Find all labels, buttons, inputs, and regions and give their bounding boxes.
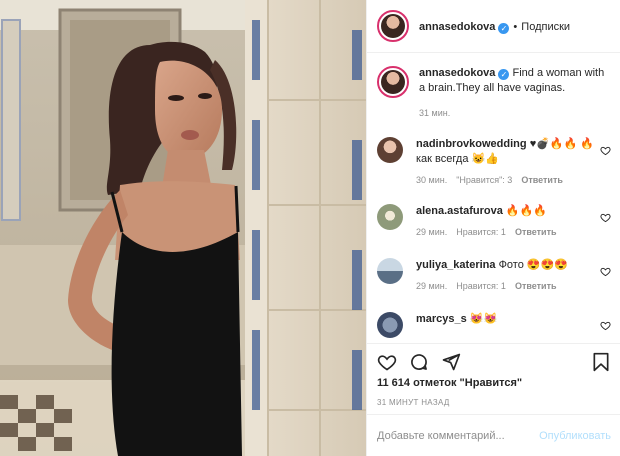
comment-item: marcys_s 😻😻	[377, 312, 613, 338]
add-comment-bar: Опубликовать	[367, 414, 620, 456]
like-comment-heart-icon[interactable]	[600, 320, 611, 331]
post-photo[interactable]	[0, 0, 366, 456]
paper-plane-icon[interactable]	[441, 352, 461, 372]
post-caption: annasedokova ✓ Find a woman with a brain.…	[377, 66, 613, 121]
comment-text: Фото 😍😍😍	[498, 259, 568, 271]
post-photo-illustration	[0, 0, 366, 456]
publish-button[interactable]: Опубликовать	[539, 430, 611, 442]
commenter-avatar[interactable]	[377, 137, 403, 163]
caption-time[interactable]: 31 мин.	[419, 106, 613, 121]
commenter-username[interactable]: nadinbrovkowedding	[416, 138, 527, 150]
commenter-avatar[interactable]	[377, 204, 403, 230]
comment-likes[interactable]: "Нравится": 3	[456, 175, 512, 185]
separator-dot: •	[513, 21, 518, 33]
post-side-panel: annasedokova ✓ • Подписки annasedokova ✓ Fin…	[366, 0, 620, 456]
like-comment-heart-icon[interactable]	[600, 145, 611, 156]
comment-time[interactable]: 30 мин.	[416, 175, 447, 185]
reply-button[interactable]: Ответить	[521, 175, 563, 185]
post-timestamp[interactable]: 31 МИНУТ НАЗАД	[377, 398, 450, 407]
caption-author-avatar[interactable]	[377, 66, 409, 98]
comment-item: nadinbrovkowedding ♥💣🔥🔥 🔥как всегда 😺👍 3…	[377, 137, 613, 188]
comment-item: yuliya_katerina Фото 😍😍😍 29 мин. Нравится…	[377, 258, 613, 294]
likes-count[interactable]: 11 614 отметок "Нравится"	[377, 377, 522, 389]
reply-button[interactable]: Ответить	[515, 227, 557, 237]
comment-likes[interactable]: Нравится: 1	[456, 227, 506, 237]
comment-text: 😻😻	[469, 313, 498, 325]
heart-icon[interactable]	[377, 352, 397, 372]
caption-author-username[interactable]: annasedokova	[419, 67, 495, 79]
verified-badge-icon: ✓	[498, 23, 510, 34]
commenter-username[interactable]: alena.astafurova	[416, 205, 503, 217]
following-button[interactable]: Подписки	[521, 21, 570, 33]
comment-likes[interactable]: Нравится: 1	[456, 281, 506, 291]
commenter-avatar[interactable]	[377, 258, 403, 284]
commenter-username[interactable]: yuliya_katerina	[416, 259, 496, 271]
comment-input[interactable]	[377, 429, 527, 442]
author-avatar[interactable]	[377, 10, 409, 42]
commenter-username[interactable]: marcys_s	[416, 313, 467, 325]
like-comment-heart-icon[interactable]	[600, 266, 611, 277]
reply-button[interactable]: Ответить	[515, 281, 557, 291]
comment-time[interactable]: 29 мин.	[416, 281, 447, 291]
commenter-avatar[interactable]	[377, 312, 403, 338]
verified-badge-icon: ✓	[498, 69, 510, 80]
comment-icon[interactable]	[409, 352, 429, 372]
like-comment-heart-icon[interactable]	[600, 212, 611, 223]
post-actions-bar	[367, 343, 620, 377]
author-username[interactable]: annasedokova	[419, 21, 495, 33]
comment-text: 🔥🔥🔥	[505, 205, 547, 217]
post-header: annasedokova ✓ • Подписки	[367, 0, 620, 53]
comment-item: alena.astafurova 🔥🔥🔥 29 мин. Нравится: 1 О…	[377, 204, 613, 240]
comment-time[interactable]: 29 мин.	[416, 227, 447, 237]
bookmark-icon[interactable]	[591, 352, 611, 372]
